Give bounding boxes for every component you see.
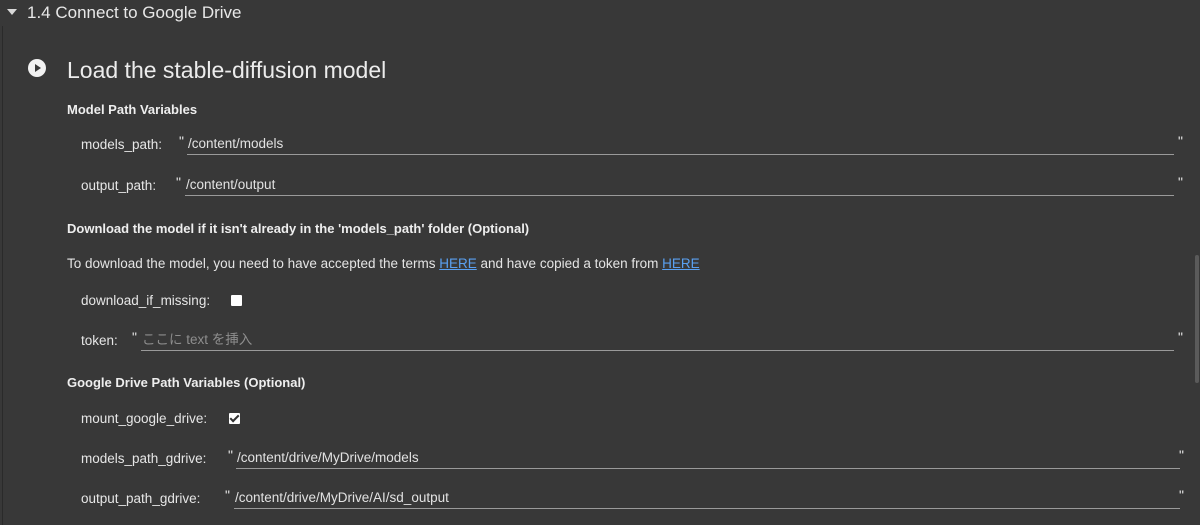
gdrive-heading: Google Drive Path Variables (Optional) (67, 375, 306, 390)
download-if-missing-label: download_if_missing: (81, 293, 211, 308)
output-path-gdrive-label: output_path_gdrive: (81, 491, 201, 506)
quote-close: " (1178, 329, 1183, 345)
mount-google-drive-field: mount_google_drive: (81, 408, 1186, 430)
download-heading: Download the model if it isn't already i… (67, 221, 530, 236)
terms-link[interactable]: HERE (439, 256, 477, 271)
instructions-text-2: and have copied a token from (476, 256, 663, 271)
quote-open: " (132, 329, 137, 345)
token-field: token: " ここに text を挿入 " (81, 329, 1186, 352)
section-title: 1.4 Connect to Google Drive (27, 3, 242, 22)
caret-down-icon[interactable] (7, 9, 17, 15)
token-input[interactable]: ここに text を挿入 (141, 330, 1174, 351)
output-path-label: output_path: (81, 178, 157, 193)
section-header[interactable]: 1.4 Connect to Google Drive (0, 0, 1200, 26)
quote-close: " (1179, 487, 1184, 503)
quote-close: " (1178, 133, 1183, 149)
instructions-text-1: To download the model, you need to have … (67, 256, 440, 271)
play-icon (35, 64, 41, 72)
notebook-page: 1.4 Connect to Google Drive Load the sta… (0, 0, 1200, 525)
models-path-gdrive-field: models_path_gdrive: " /content/drive/MyD… (81, 447, 1186, 470)
cell-title: Load the stable-diffusion model (67, 57, 387, 83)
output-path-gdrive-field: output_path_gdrive: " /content/drive/MyD… (81, 487, 1186, 510)
output-path-gdrive-input[interactable]: /content/drive/MyDrive/AI/sd_output (234, 488, 1180, 509)
models-path-field: models_path: " /content/models " (81, 133, 1186, 156)
token-link[interactable]: HERE (662, 256, 700, 271)
models-path-label: models_path: (81, 137, 163, 152)
output-path-input[interactable]: /content/output (185, 175, 1174, 196)
quote-open: " (179, 133, 184, 149)
run-cell-button[interactable] (28, 59, 46, 77)
download-if-missing-field: download_if_missing: (81, 290, 1186, 312)
download-if-missing-checkbox[interactable] (231, 295, 242, 306)
models-path-input[interactable]: /content/models (187, 134, 1174, 155)
mount-google-drive-checkbox[interactable] (229, 413, 240, 424)
output-path-field: output_path: " /content/output " (81, 174, 1186, 197)
token-label: token: (81, 333, 118, 348)
download-instructions: To download the model, you need to have … (67, 256, 700, 271)
models-path-gdrive-label: models_path_gdrive: (81, 451, 207, 466)
models-path-gdrive-input[interactable]: /content/drive/MyDrive/models (236, 448, 1180, 469)
quote-close: " (1179, 447, 1184, 463)
scrollbar-thumb[interactable] (1195, 255, 1199, 383)
model-path-heading: Model Path Variables (67, 102, 198, 117)
quote-open: " (176, 174, 181, 190)
cell-divider (2, 26, 3, 525)
quote-open: " (228, 447, 233, 463)
mount-google-drive-label: mount_google_drive: (81, 411, 208, 426)
quote-close: " (1178, 174, 1183, 190)
quote-open: " (225, 487, 230, 503)
